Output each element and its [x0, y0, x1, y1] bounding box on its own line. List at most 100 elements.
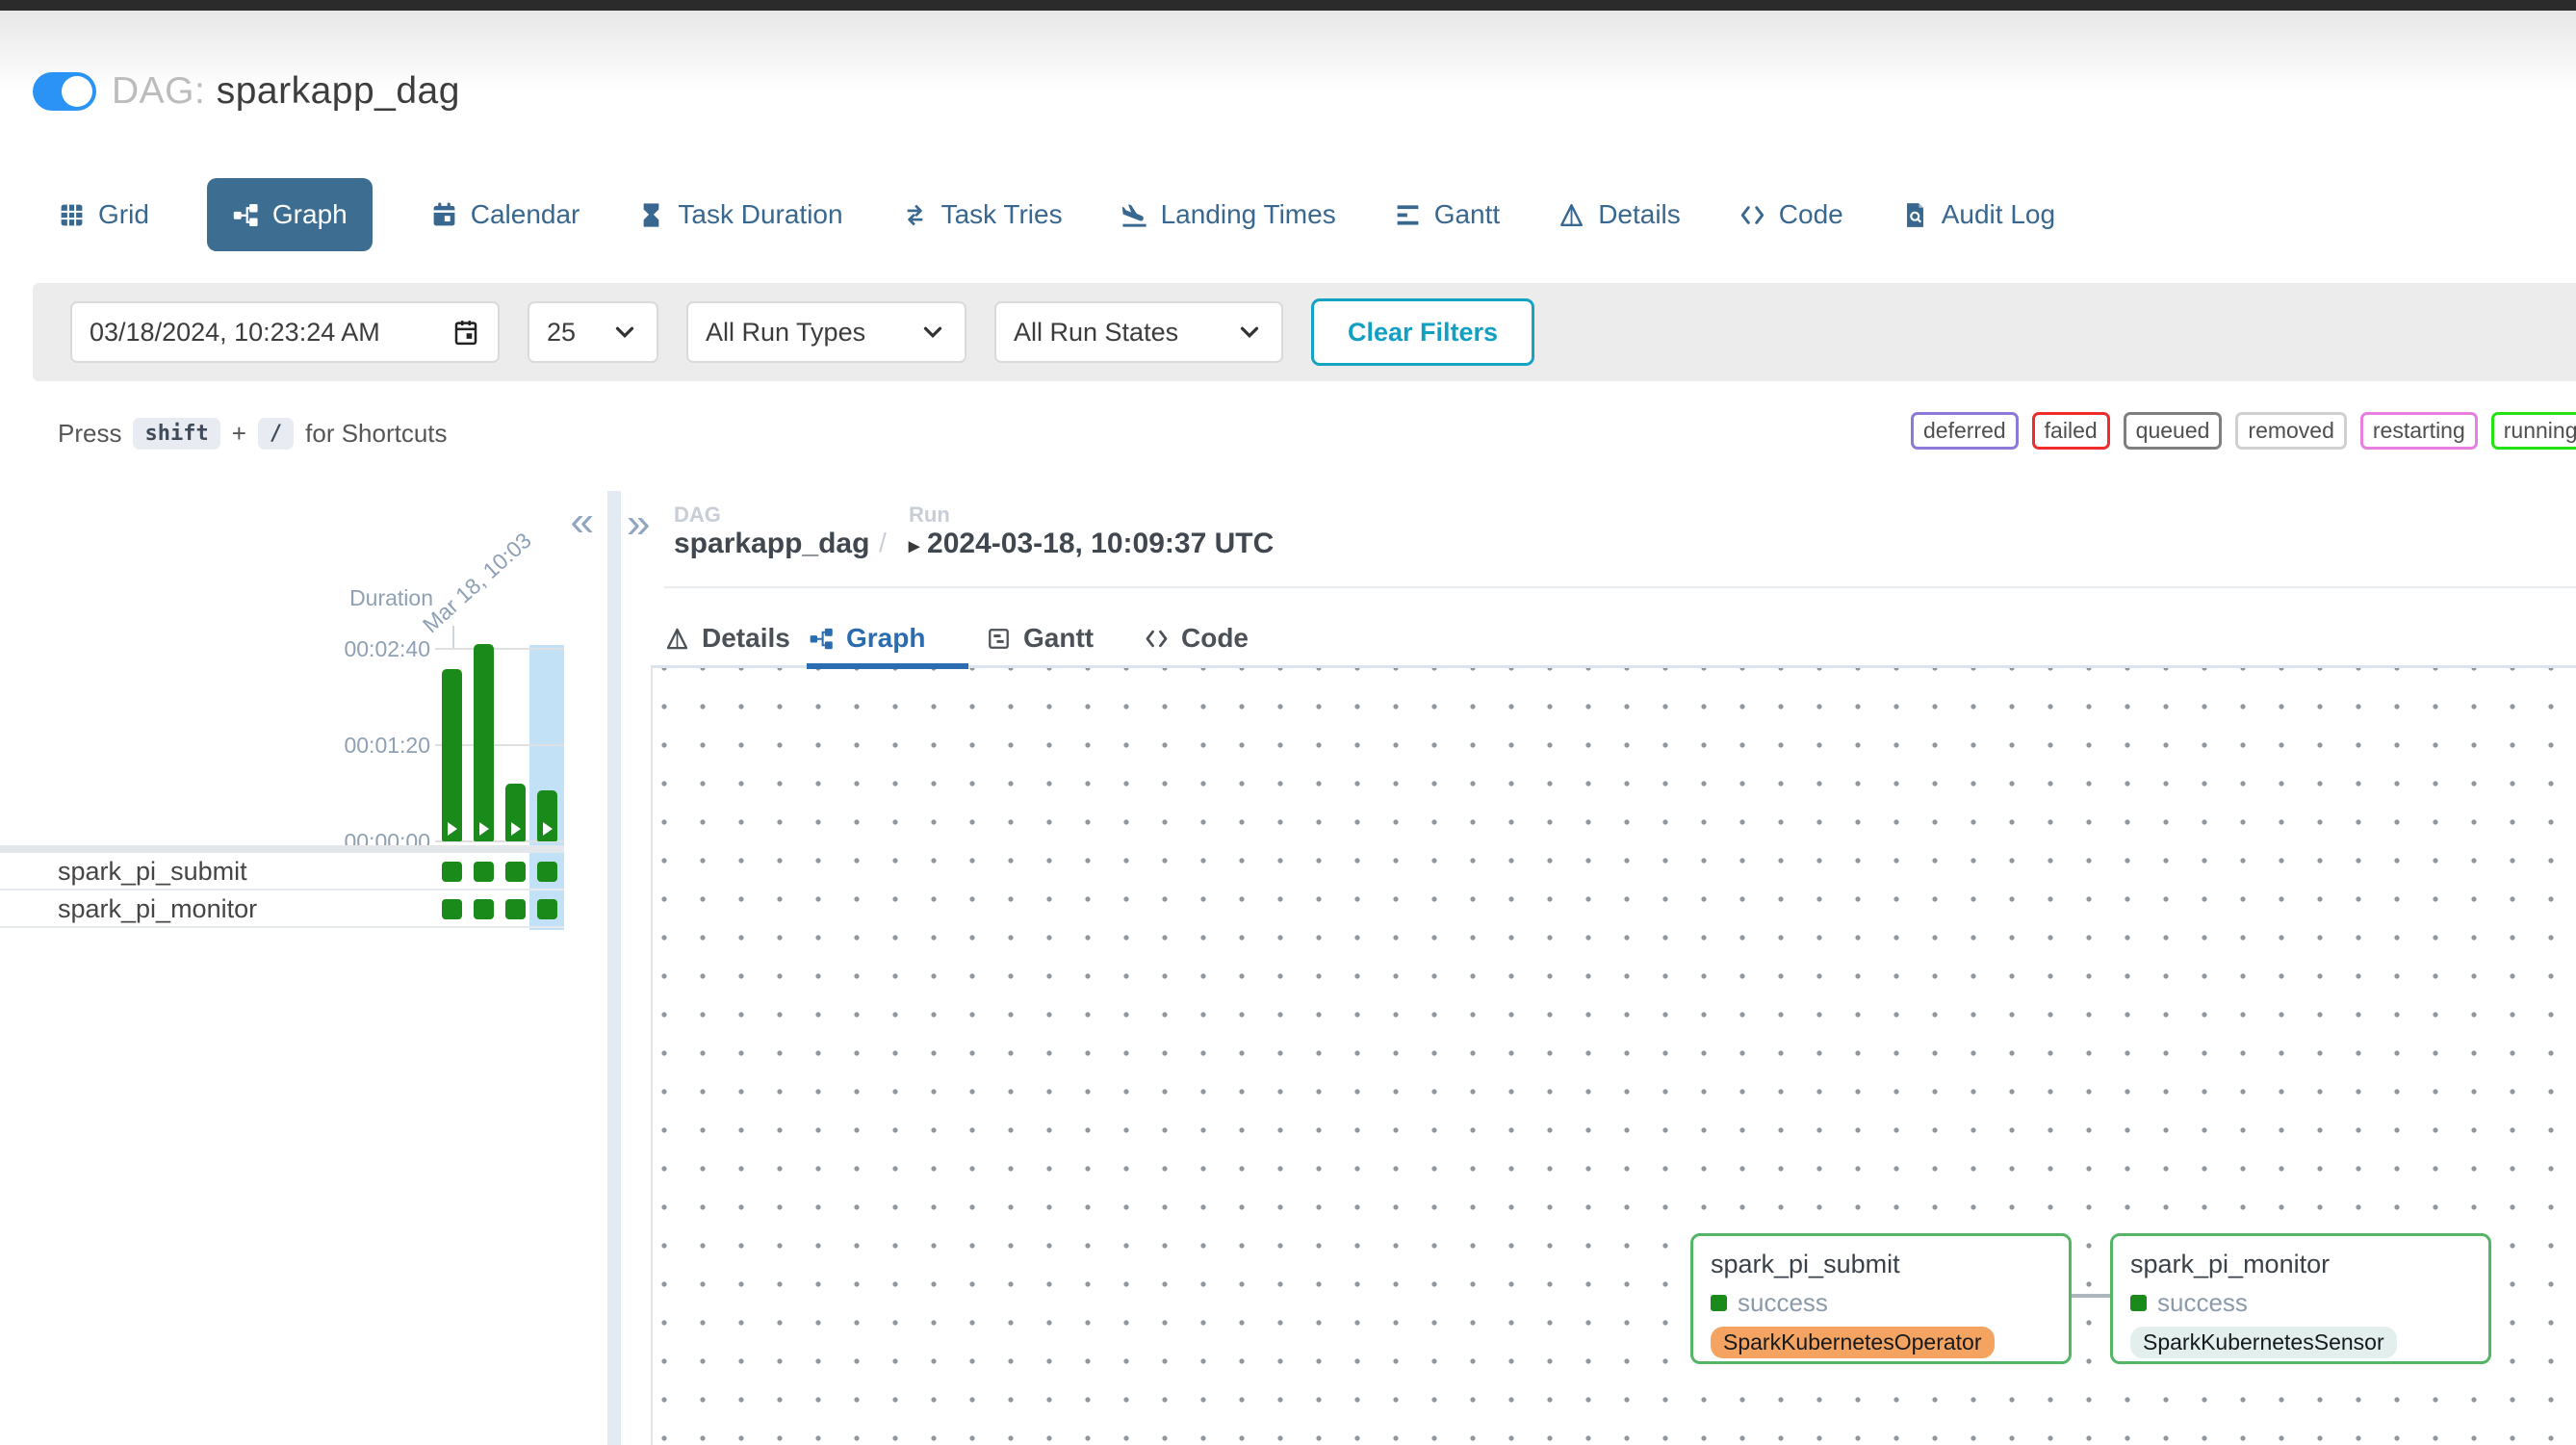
breadcrumb-dag-name[interactable]: sparkapp_dag: [674, 528, 869, 560]
run-tab-details[interactable]: Details: [664, 613, 790, 663]
shortcuts-text: Press: [58, 419, 121, 449]
task-row: spark_pi_monitor: [0, 890, 564, 928]
grid-icon: [58, 201, 86, 229]
expand-panel-icon[interactable]: »: [627, 503, 650, 545]
task-node-status: success: [2130, 1288, 2471, 1318]
tab-code[interactable]: Code: [1739, 199, 1843, 230]
tab-calendar[interactable]: Calendar: [430, 199, 580, 230]
task-instance-success[interactable]: [505, 862, 526, 882]
task-instance-success[interactable]: [474, 899, 494, 919]
shortcuts-suffix: for Shortcuts: [305, 419, 447, 449]
header-divider: [664, 586, 2576, 588]
page-title: DAG: sparkapp_dag: [112, 70, 460, 113]
panel-resize-handle[interactable]: [607, 491, 621, 1445]
graph-icon: [809, 626, 835, 652]
tab-graph[interactable]: Graph: [207, 178, 373, 251]
run-states-select[interactable]: All Run States: [994, 301, 1283, 363]
success-status-icon: [1711, 1295, 1727, 1311]
collapse-grid-icon[interactable]: «: [571, 501, 594, 543]
task-node-status: success: [1711, 1288, 2051, 1318]
task-instance-success[interactable]: [537, 899, 557, 919]
state-badge-queued[interactable]: queued: [2124, 412, 2223, 450]
shift-key: shift: [133, 418, 219, 450]
tab-label: Audit Log: [1942, 199, 2055, 230]
run-tab-label: Details: [702, 623, 790, 654]
tab-label: Calendar: [471, 199, 580, 230]
task-edge: [2072, 1294, 2110, 1298]
plus-text: +: [232, 419, 246, 449]
tab-grid[interactable]: Grid: [58, 199, 149, 230]
dag-run-bar[interactable]: [474, 644, 494, 841]
task-node[interactable]: spark_pi_monitor success SparkKubernetes…: [2110, 1233, 2491, 1364]
task-name[interactable]: spark_pi_submit: [58, 853, 247, 890]
operator-badge: SparkKubernetesSensor: [2130, 1327, 2397, 1358]
axis-leader-line: [452, 626, 454, 649]
task-instance-success[interactable]: [474, 862, 494, 882]
axis-tick-label: 00:02:40: [315, 635, 430, 662]
active-tab-underline: [807, 663, 968, 669]
grid-panel: « Duration Mar 18, 10:03 00:02:4000:01:2…: [0, 491, 607, 1445]
state-badge-running[interactable]: running: [2491, 412, 2576, 450]
rows-separator: [0, 845, 564, 853]
task-instance-success[interactable]: [442, 862, 462, 882]
task-instance-success[interactable]: [505, 899, 526, 919]
state-legend: deferred failed queued removed restarting run…: [1911, 412, 2576, 450]
code-icon: [1144, 626, 1170, 652]
tab-task-tries[interactable]: Task Tries: [901, 199, 1063, 230]
page-size-select[interactable]: 25: [528, 301, 658, 363]
task-instance-success[interactable]: [442, 899, 462, 919]
base-date-input[interactable]: 03/18/2024, 10:23:24 AM: [70, 301, 500, 363]
shortcuts-hint: Press shift + / for Shortcuts: [58, 418, 448, 450]
task-name[interactable]: spark_pi_monitor: [58, 890, 257, 928]
run-detail-panel: » DAG sparkapp_dag / Run ▸2024-03-18, 10…: [621, 491, 2576, 1445]
tab-label: Task Duration: [678, 199, 842, 230]
dag-run-bar[interactable]: [442, 669, 462, 841]
calendar-picker-icon[interactable]: [451, 318, 480, 347]
breadcrumb-dag-label: DAG: [674, 503, 721, 528]
tab-label: Grid: [98, 199, 149, 230]
breadcrumb-run-value[interactable]: ▸2024-03-18, 10:09:37 UTC: [909, 528, 1274, 560]
tab-label: Gantt: [1434, 199, 1500, 230]
tab-gantt[interactable]: Gantt: [1394, 199, 1500, 230]
run-types-select[interactable]: All Run Types: [686, 301, 966, 363]
audit-icon: [1901, 201, 1929, 229]
tab-details[interactable]: Details: [1558, 199, 1681, 230]
run-tab-gantt[interactable]: Gantt: [986, 613, 1094, 663]
details-icon: [1558, 201, 1585, 229]
dag-graph-canvas[interactable]: spark_pi_submit success SparkKubernetesO…: [651, 668, 2576, 1445]
play-icon: [511, 822, 521, 836]
tab-label: Code: [1779, 199, 1843, 230]
dag-run-bar[interactable]: [505, 784, 526, 841]
top-strip: [0, 0, 2576, 11]
grid-line: [435, 648, 564, 650]
tab-landing-times[interactable]: Landing Times: [1121, 199, 1336, 230]
clear-filters-button[interactable]: Clear Filters: [1311, 298, 1534, 366]
operator-badge: SparkKubernetesOperator: [1711, 1327, 1995, 1358]
play-icon: [543, 822, 553, 836]
task-node-state: success: [1738, 1288, 1828, 1318]
graph-icon: [232, 201, 260, 229]
chevron-down-icon: [918, 318, 947, 347]
filter-bar: 03/18/2024, 10:23:24 AM 25 All Run Types…: [33, 283, 2576, 381]
dag-header: DAG: sparkapp_dag: [33, 69, 460, 114]
tab-label: Graph: [272, 199, 348, 230]
run-tab-graph[interactable]: Graph: [809, 613, 925, 663]
task-node[interactable]: spark_pi_submit success SparkKubernetesO…: [1690, 1233, 2072, 1364]
dag-pause-toggle[interactable]: [33, 72, 96, 111]
calendar-icon: [430, 201, 458, 229]
tab-task-duration[interactable]: Task Duration: [637, 199, 842, 230]
tab-label: Details: [1598, 199, 1681, 230]
state-badge-removed[interactable]: removed: [2235, 412, 2346, 450]
landing-icon: [1121, 201, 1148, 229]
task-node-title: spark_pi_submit: [1711, 1250, 2051, 1279]
run-tab-code[interactable]: Code: [1144, 613, 1249, 663]
state-badge-deferred[interactable]: deferred: [1911, 412, 2019, 450]
state-badge-failed[interactable]: failed: [2032, 412, 2110, 450]
tab-audit-log[interactable]: Audit Log: [1901, 199, 2055, 230]
task-row: spark_pi_submit: [0, 853, 564, 890]
state-badge-restarting[interactable]: restarting: [2360, 412, 2478, 450]
duration-axis-title: Duration: [337, 585, 433, 611]
task-instance-success[interactable]: [537, 862, 557, 882]
dag-run-bar[interactable]: [537, 790, 557, 841]
breadcrumb-run-label: Run: [909, 503, 950, 528]
